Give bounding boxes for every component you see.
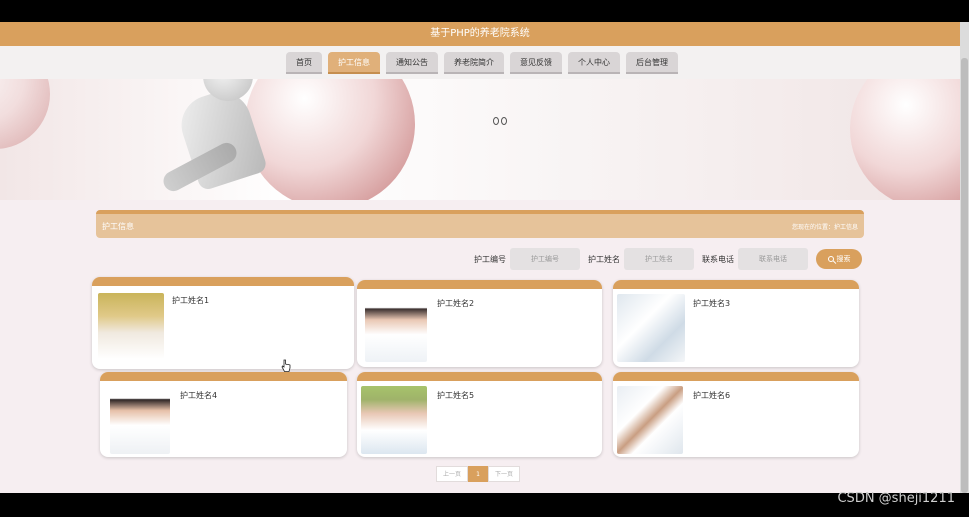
card-top-bar xyxy=(92,277,354,286)
card-top-bar xyxy=(357,280,602,289)
next-page-button[interactable]: 下一页 xyxy=(488,466,521,482)
caregiver-name: 护工姓名5 xyxy=(437,391,475,400)
search-label-id: 护工编号 xyxy=(474,254,506,264)
caregiver-card[interactable]: 护工姓名2 xyxy=(357,280,602,367)
card-top-bar xyxy=(357,372,602,381)
prev-page-button[interactable]: 上一页 xyxy=(436,466,469,482)
watermark: CSDN @sheji1211 xyxy=(837,491,955,506)
search-label-phone: 联系电话 xyxy=(702,254,734,264)
caregiver-photo[interactable] xyxy=(98,293,164,359)
scrollbar-thumb[interactable] xyxy=(961,58,968,493)
caregiver-name: 护工姓名6 xyxy=(693,391,731,400)
hand-cursor-icon xyxy=(281,359,291,372)
banner-ball-image-right xyxy=(850,79,960,200)
page: 基于PHP的养老院系统 首页 护工信息 通知公告 养老院简介 意见反馈 个人中心… xyxy=(0,22,960,493)
caregiver-card[interactable]: 护工姓名3 xyxy=(613,280,859,367)
search-label-name: 护工姓名 xyxy=(588,254,620,264)
caregiver-name: 护工姓名4 xyxy=(180,391,218,400)
screen-frame: 基于PHP的养老院系统 首页 护工信息 通知公告 养老院简介 意见反馈 个人中心… xyxy=(0,0,969,517)
main-nav: 首页 护工信息 通知公告 养老院简介 意见反馈 个人中心 后台管理 xyxy=(0,46,960,79)
section-title: 护工信息 xyxy=(102,221,134,231)
nav-item-home[interactable]: 首页 xyxy=(286,51,322,74)
search-bar: 护工编号 护工编号 护工姓名 护工姓名 联系电话 联系电话 搜索 xyxy=(470,248,862,270)
page-scrollbar[interactable] xyxy=(960,22,969,493)
nav-item-notices[interactable]: 通知公告 xyxy=(386,51,438,74)
card-top-bar xyxy=(613,280,859,289)
loading-icon xyxy=(493,110,513,125)
search-input-phone[interactable]: 联系电话 xyxy=(738,248,808,270)
hero-banner xyxy=(0,79,960,200)
nav-item-caregiver-info[interactable]: 护工信息 xyxy=(328,51,380,74)
caregiver-card[interactable]: 护工姓名5 xyxy=(357,372,602,457)
caregiver-photo[interactable] xyxy=(110,386,170,454)
caregiver-card[interactable]: 护工姓名4 xyxy=(100,372,347,457)
search-button-label: 搜索 xyxy=(836,255,851,263)
banner-ball-image-left xyxy=(0,79,50,149)
search-button[interactable]: 搜索 xyxy=(816,249,862,269)
caregiver-card[interactable]: 护工姓名1 xyxy=(92,277,354,369)
search-icon xyxy=(827,256,834,262)
caregiver-photo[interactable] xyxy=(365,294,427,362)
caregiver-photo[interactable] xyxy=(617,294,685,362)
card-top-bar xyxy=(100,372,347,381)
section-header: 护工信息 您现在的位置：护工信息 xyxy=(96,210,864,238)
site-title: 基于PHP的养老院系统 xyxy=(0,22,960,46)
page-number-current[interactable]: 1 xyxy=(468,466,489,482)
search-input-name[interactable]: 护工姓名 xyxy=(624,248,694,270)
nav-item-profile[interactable]: 个人中心 xyxy=(568,51,620,74)
card-top-bar xyxy=(613,372,859,381)
caregiver-photo[interactable] xyxy=(617,386,683,454)
breadcrumb: 您现在的位置：护工信息 xyxy=(791,223,858,231)
caregiver-name: 护工姓名1 xyxy=(172,296,210,305)
search-input-id[interactable]: 护工编号 xyxy=(510,248,580,270)
caregiver-card[interactable]: 护工姓名6 xyxy=(613,372,859,457)
nav-item-admin[interactable]: 后台管理 xyxy=(626,51,678,74)
caregiver-name: 护工姓名2 xyxy=(437,299,475,308)
pagination: 上一页 1 下一页 xyxy=(436,466,521,482)
nav-item-feedback[interactable]: 意见反馈 xyxy=(510,51,562,74)
banner-ball-image xyxy=(245,79,415,200)
caregiver-name: 护工姓名3 xyxy=(693,299,731,308)
nav-item-about[interactable]: 养老院简介 xyxy=(444,51,504,74)
caregiver-photo[interactable] xyxy=(361,386,427,454)
